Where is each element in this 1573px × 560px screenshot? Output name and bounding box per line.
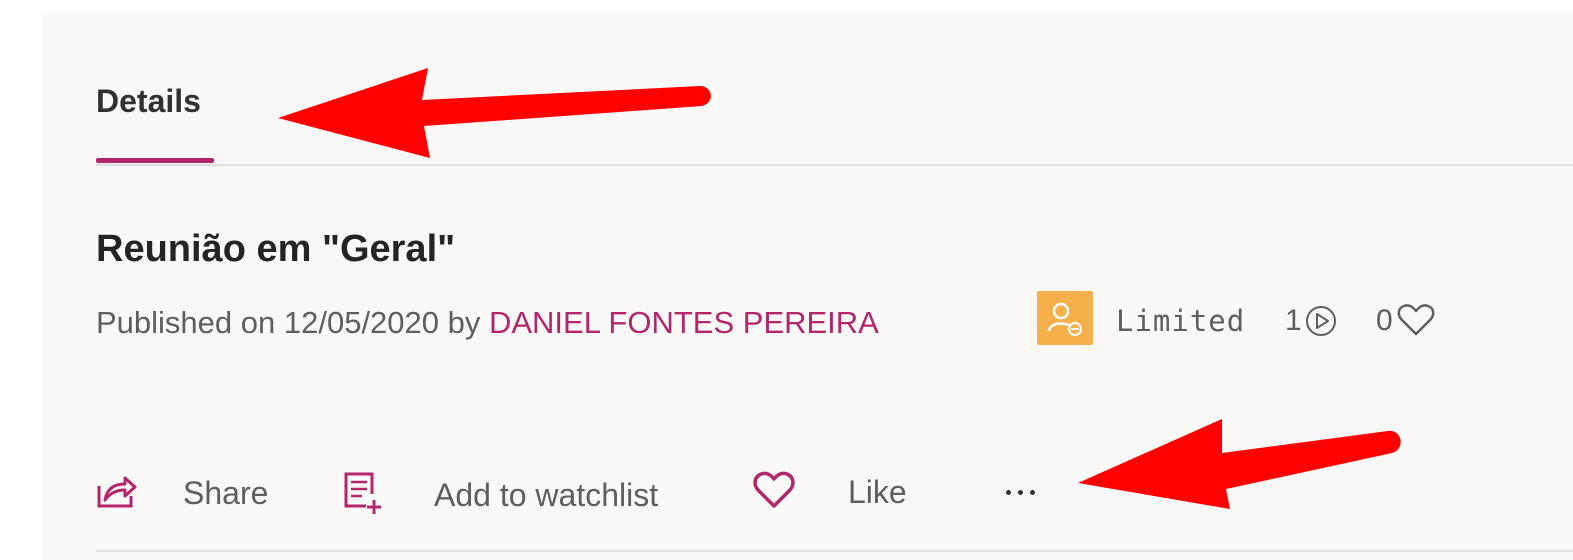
- annotation-arrow-details: [278, 68, 711, 158]
- heart-outline-icon: [1396, 303, 1436, 342]
- likes-count: 0: [1376, 304, 1393, 337]
- ellipsis-dot: [1017, 489, 1023, 495]
- watchlist-label: Add to watchlist: [434, 477, 659, 513]
- tab-selected-indicator: [96, 158, 214, 163]
- people-limited-icon: [1037, 291, 1093, 345]
- heart-icon: [752, 470, 796, 515]
- views-count: 1: [1285, 304, 1302, 337]
- actions-divider: [96, 550, 1573, 552]
- ellipsis-dot: [1005, 489, 1011, 495]
- ellipsis-dot: [1029, 489, 1035, 495]
- add-to-watchlist-icon: [340, 470, 384, 521]
- publish-info: Published on 12/05/2020 by DANIEL FONTES…: [96, 305, 879, 341]
- add-to-watchlist-button[interactable]: Add to watchlist: [340, 470, 658, 521]
- author-link[interactable]: DANIEL FONTES PEREIRA: [489, 305, 879, 340]
- share-icon: [95, 470, 137, 517]
- play-circle-icon: [1304, 304, 1338, 343]
- video-title: Reunião em "Geral": [96, 228, 456, 270]
- like-button[interactable]: Like: [752, 470, 907, 515]
- tab-divider: [96, 164, 1573, 166]
- share-button[interactable]: Share: [95, 470, 268, 517]
- published-prefix: Published on 12/05/2020 by: [96, 305, 489, 340]
- visibility-label: Limited: [1116, 304, 1246, 338]
- ellipsis-icon[interactable]: [990, 470, 1050, 514]
- like-label: Like: [848, 474, 907, 510]
- share-label: Share: [183, 475, 269, 511]
- tab-details[interactable]: Details: [96, 83, 201, 120]
- annotation-arrow-actions: [1078, 419, 1401, 509]
